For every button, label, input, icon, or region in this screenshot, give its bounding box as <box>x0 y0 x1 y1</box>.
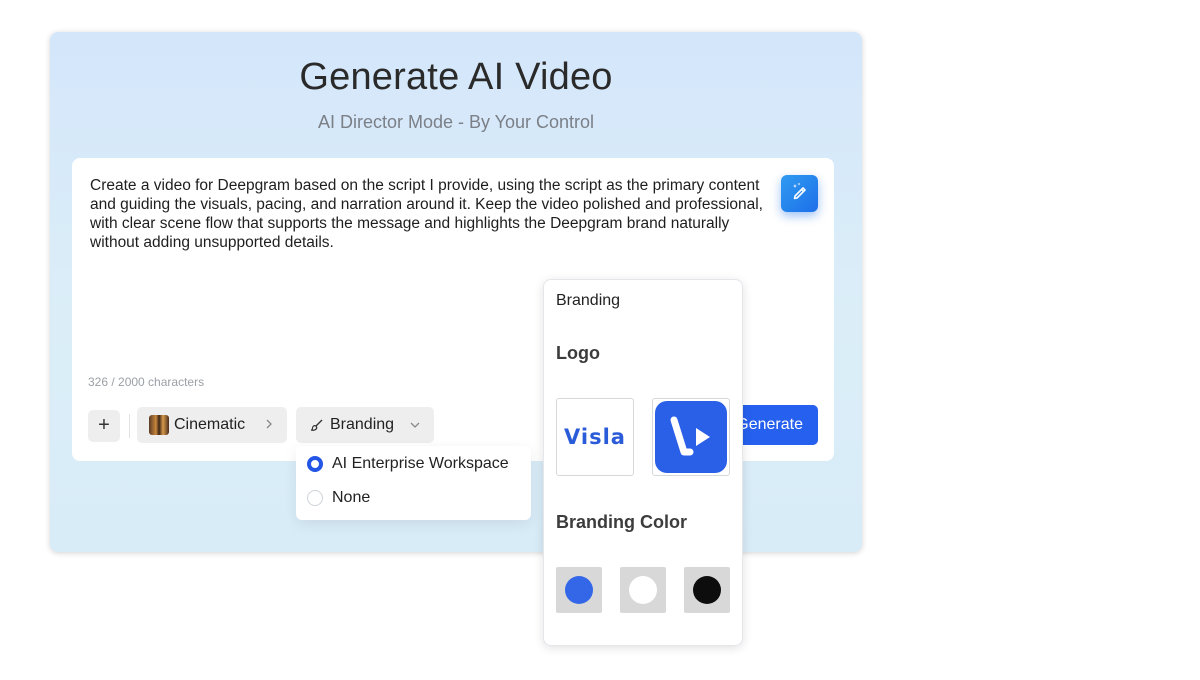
style-selector[interactable]: Cinematic <box>137 407 287 443</box>
branding-panel: Branding Logo Visla Branding Color <box>543 279 743 646</box>
branding-option-none[interactable]: None <box>307 489 370 507</box>
paint-brush-icon <box>310 418 324 432</box>
color-swatch-white[interactable] <box>620 567 666 613</box>
color-dot <box>693 576 721 604</box>
branding-dropdown: AI Enterprise Workspace None <box>296 446 531 520</box>
radio-selected[interactable] <box>307 456 323 472</box>
color-swatch-black[interactable] <box>684 567 730 613</box>
toolbar-divider <box>129 414 130 438</box>
add-attachment-button[interactable]: + <box>88 410 120 442</box>
magic-wand-icon <box>790 181 810 206</box>
page-subtitle: AI Director Mode - By Your Control <box>317 112 595 132</box>
logo-option-visla[interactable]: Visla <box>556 398 634 476</box>
branding-panel-title: Branding <box>556 292 621 309</box>
visla-logo-wordmark: Visla <box>564 425 626 449</box>
v-logo-icon <box>655 401 727 473</box>
color-dot <box>565 576 593 604</box>
chevron-right-icon <box>265 418 273 432</box>
branding-option-enterprise[interactable]: AI Enterprise Workspace <box>307 455 509 473</box>
prompt-textarea[interactable]: Create a video for Deepgram based on the… <box>90 176 780 252</box>
branding-label: Branding <box>330 416 395 433</box>
style-label: Cinematic <box>174 416 246 433</box>
color-dot <box>629 576 657 604</box>
style-thumbnail <box>149 415 169 435</box>
color-swatch-blue[interactable] <box>556 567 602 613</box>
branding-color-heading: Branding Color <box>556 512 687 532</box>
logo-heading: Logo <box>556 343 600 363</box>
radio-unselected[interactable] <box>307 490 323 506</box>
logo-option-v-mark[interactable] <box>652 398 730 476</box>
page-title: Generate AI Video <box>299 56 613 98</box>
option-label: None <box>332 489 371 506</box>
chevron-down-icon <box>410 418 420 432</box>
option-label: AI Enterprise Workspace <box>332 455 509 472</box>
character-count: 326 / 2000 characters <box>88 375 205 389</box>
enhance-prompt-button[interactable] <box>781 175 818 212</box>
branding-selector[interactable]: Branding <box>296 407 434 443</box>
